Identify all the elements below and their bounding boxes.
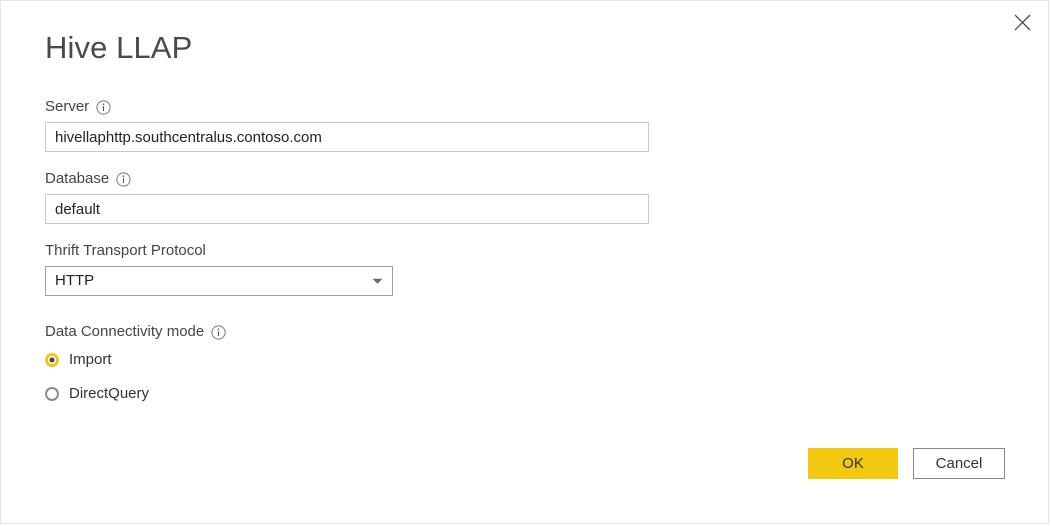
- info-icon[interactable]: [211, 324, 226, 340]
- radio-label-import: Import: [69, 351, 112, 368]
- cancel-button[interactable]: Cancel: [913, 448, 1005, 479]
- database-field-group: Database: [45, 169, 665, 224]
- close-icon-glyph: [1014, 14, 1030, 30]
- thrift-protocol-field-group: Thrift Transport Protocol HTTP: [45, 241, 665, 296]
- data-connectivity-mode-group: Data Connectivity mode Import DirectQuer…: [45, 322, 665, 407]
- data-connectivity-mode-label: Data Connectivity mode: [45, 323, 205, 340]
- server-input[interactable]: [45, 122, 649, 152]
- connection-form: Server Database: [45, 97, 665, 407]
- thrift-protocol-dropdown[interactable]: HTTP: [45, 266, 393, 296]
- thrift-protocol-selected-value[interactable]: HTTP: [45, 266, 393, 296]
- hive-llap-connection-dialog: Hive LLAP Server Database: [0, 0, 1049, 524]
- server-label-row: Server: [45, 97, 665, 117]
- radio-label-directquery: DirectQuery: [69, 385, 150, 402]
- info-icon[interactable]: [96, 99, 111, 115]
- radio-indicator-unselected: [45, 387, 59, 401]
- info-icon-glyph: [96, 99, 111, 115]
- info-icon[interactable]: [116, 171, 131, 187]
- radio-option-directquery[interactable]: DirectQuery: [45, 381, 665, 407]
- database-input[interactable]: [45, 194, 649, 224]
- ok-button[interactable]: OK: [808, 448, 898, 479]
- database-label-row: Database: [45, 169, 665, 189]
- server-label: Server: [45, 98, 90, 115]
- data-connectivity-mode-label-row: Data Connectivity mode: [45, 322, 665, 342]
- thrift-protocol-label: Thrift Transport Protocol: [45, 242, 206, 259]
- page-title: Hive LLAP: [45, 30, 193, 65]
- info-icon-glyph: [116, 171, 131, 187]
- close-icon[interactable]: [1002, 5, 1042, 39]
- thrift-protocol-label-row: Thrift Transport Protocol: [45, 241, 665, 261]
- dialog-footer: OK Cancel: [808, 448, 1005, 479]
- server-field-group: Server: [45, 97, 665, 152]
- radio-option-import[interactable]: Import: [45, 347, 665, 373]
- radio-indicator-selected: [45, 353, 59, 367]
- database-label: Database: [45, 170, 110, 187]
- info-icon-glyph: [211, 324, 226, 340]
